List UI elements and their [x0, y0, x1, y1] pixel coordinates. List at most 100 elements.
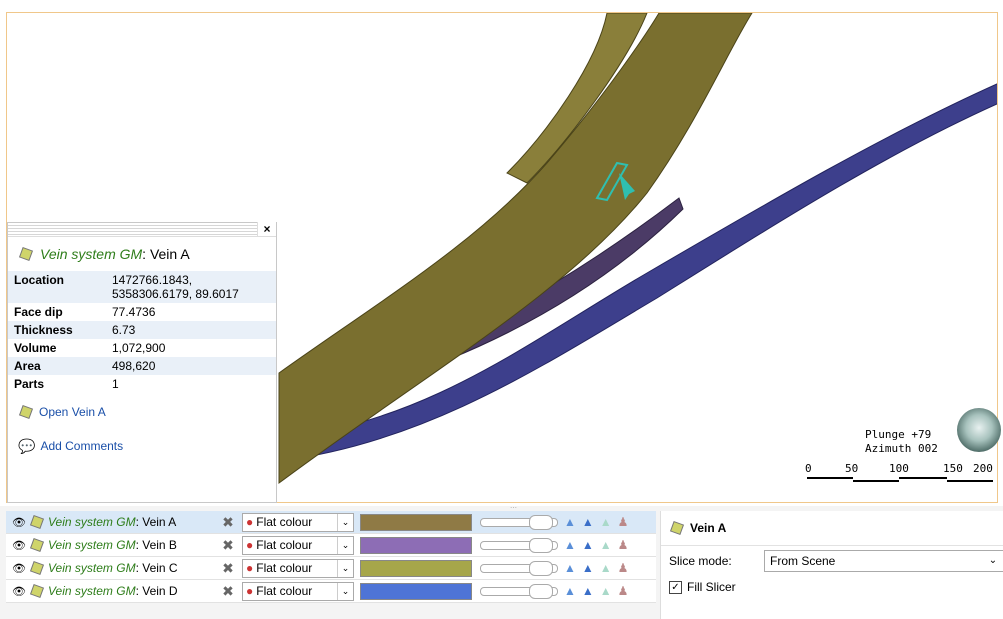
eye-icon[interactable]: 👁 [12, 516, 26, 529]
colour-swatch[interactable] [360, 582, 472, 600]
colour-swatch[interactable] [360, 536, 472, 554]
colour-icon: ● [246, 561, 254, 575]
layer-row[interactable]: 👁 Vein system GM: Vein C ✖ ● Flat colour ⌄ ▲ ▲ ▲… [6, 557, 656, 580]
info-panel: × Vein system GM : Vein A Location 147276… [7, 222, 277, 503]
layer-list: 👁 Vein system GM: Vein A ✖ ● Flat colour ⌄ ▲ ▲ ▲… [6, 511, 656, 603]
slider-knob[interactable] [529, 560, 553, 576]
property-key: Area [8, 357, 106, 375]
render-mode-icon[interactable]: ▲ [564, 584, 576, 598]
layer-name: Vein system GM: Vein D [48, 584, 218, 598]
pawn-icon[interactable]: ♟ [618, 515, 629, 529]
layer-label: : Vein B [135, 538, 177, 552]
vein-a-surface [278, 13, 753, 484]
property-value: 498,620 [106, 357, 276, 375]
property-value: 1472766.1843, 5358306.6179, 89.6017 [106, 271, 276, 303]
scale-tick: 0 [805, 462, 812, 475]
property-value: 77.4736 [112, 305, 156, 319]
colour-mode-value: Flat colour [256, 515, 313, 529]
render-mode-icon[interactable]: ▲ [600, 515, 612, 529]
info-title-group: Vein system GM [40, 246, 143, 262]
fill-slicer-row[interactable]: ✓ Fill Slicer [661, 574, 1003, 600]
colour-icon: ● [246, 538, 254, 552]
remove-icon[interactable]: ✖ [218, 537, 238, 554]
opacity-slider[interactable] [480, 560, 558, 576]
layer-row[interactable]: 👁 Vein system GM: Vein A ✖ ● Flat colour ⌄ ▲ ▲ ▲… [6, 511, 656, 534]
pawn-icon[interactable]: ♟ [618, 538, 629, 552]
slice-mode-dropdown[interactable]: From Scene ⌄ [764, 550, 1003, 572]
layer-label: : Vein C [135, 561, 178, 575]
chevron-down-icon: ⌄ [337, 582, 353, 600]
eye-icon[interactable]: 👁 [12, 585, 26, 598]
layer-label: : Vein A [135, 515, 177, 529]
slider-knob[interactable] [529, 583, 553, 599]
render-mode-icon[interactable]: ▲ [582, 538, 594, 552]
azimuth-label: Azimuth 002 [865, 442, 938, 455]
property-row: Parts 1 [8, 375, 276, 393]
colour-mode-select[interactable]: ● Flat colour ⌄ [242, 535, 354, 555]
property-row: Location 1472766.1843, 5358306.6179, 89.6… [8, 271, 276, 303]
colour-icon: ● [246, 515, 254, 529]
eye-icon[interactable]: 👁 [12, 562, 26, 575]
chevron-down-icon: ⌄ [337, 513, 353, 531]
open-vein-label: Open Vein A [39, 405, 106, 419]
property-value: 1,072,900 [112, 341, 166, 355]
render-mode-icon[interactable]: ▲ [564, 561, 576, 575]
fill-slicer-checkbox[interactable]: ✓ [669, 580, 682, 594]
layer-row[interactable]: 👁 Vein system GM: Vein B ✖ ● Flat colour ⌄ ▲ ▲ ▲… [6, 534, 656, 557]
remove-icon[interactable]: ✖ [218, 583, 238, 600]
render-mode-icon[interactable]: ▲ [582, 515, 594, 529]
colour-mode-select[interactable]: ● Flat colour ⌄ [242, 558, 354, 578]
opacity-slider[interactable] [480, 514, 558, 530]
colour-mode-select[interactable]: ● Flat colour ⌄ [242, 512, 354, 532]
chevron-down-icon: ⌄ [337, 536, 353, 554]
slice-mode-label: Slice mode: [669, 554, 732, 568]
render-mode-icon[interactable]: ▲ [564, 538, 576, 552]
info-title: Vein system GM : Vein A [8, 237, 276, 271]
layer-group: Vein system GM [48, 561, 136, 575]
properties-table: Location 1472766.1843, 5358306.6179, 89.6… [8, 271, 276, 393]
layer-group: Vein system GM [48, 515, 136, 529]
vein-surface-icon [29, 514, 45, 530]
property-row: Face dip 77.4736 [8, 303, 276, 321]
remove-icon[interactable]: ✖ [218, 514, 238, 531]
layer-row[interactable]: 👁 Vein system GM: Vein D ✖ ● Flat colour ⌄ ▲ ▲ ▲… [6, 580, 656, 603]
render-mode-icon[interactable]: ▲ [600, 538, 612, 552]
pawn-icon[interactable]: ♟ [618, 584, 629, 598]
layer-name: Vein system GM: Vein C [48, 561, 218, 575]
open-vein-link[interactable]: Open Vein A [8, 399, 276, 425]
opacity-slider[interactable] [480, 537, 558, 553]
property-value: 6.73 [106, 321, 276, 339]
colour-mode-value: Flat colour [256, 538, 313, 552]
property-value: 1 [112, 377, 119, 391]
slider-knob[interactable] [529, 537, 553, 553]
layer-label: : Vein D [135, 584, 178, 598]
add-comments-link[interactable]: 💬 Add Comments [8, 433, 276, 459]
comment-add-icon: 💬 [18, 437, 36, 454]
remove-icon[interactable]: ✖ [218, 560, 238, 577]
render-mode-icon[interactable]: ▲ [600, 561, 612, 575]
property-row: Area 498,620 [8, 357, 276, 375]
vein-surface-icon [18, 404, 34, 420]
plunge-label: Plunge +79 [865, 428, 932, 441]
pawn-icon[interactable]: ♟ [618, 561, 629, 575]
info-title-name: : Vein A [142, 246, 190, 262]
panel-grip[interactable]: × [8, 222, 276, 237]
slider-knob[interactable] [529, 514, 553, 530]
colour-mode-select[interactable]: ● Flat colour ⌄ [242, 581, 354, 601]
colour-swatch[interactable] [360, 513, 472, 531]
property-key: Thickness [8, 321, 106, 339]
scale-tick: 200 [973, 462, 993, 475]
scale-tick: 150 [943, 462, 963, 475]
properties-panel: Vein A Slice mode: From Scene ⌄ ✓ Fill S… [660, 511, 1003, 619]
vein-surface-icon [29, 560, 45, 576]
vein-surface-icon [29, 583, 45, 599]
render-mode-icon[interactable]: ▲ [600, 584, 612, 598]
colour-swatch[interactable] [360, 559, 472, 577]
close-button[interactable]: × [257, 222, 276, 236]
render-mode-icon[interactable]: ▲ [564, 515, 576, 529]
orientation-compass-icon[interactable] [957, 408, 1001, 452]
opacity-slider[interactable] [480, 583, 558, 599]
render-mode-icon[interactable]: ▲ [582, 561, 594, 575]
eye-icon[interactable]: 👁 [12, 539, 26, 552]
render-mode-icon[interactable]: ▲ [582, 584, 594, 598]
